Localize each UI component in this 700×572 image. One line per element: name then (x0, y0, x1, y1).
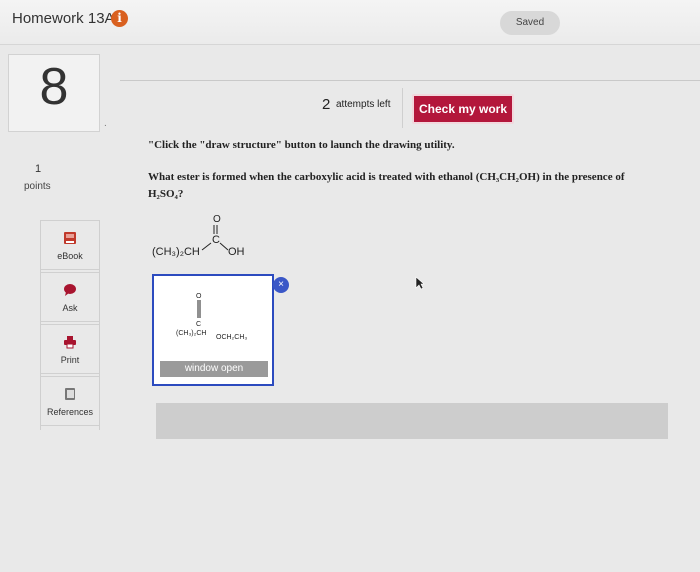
carboxylic-acid-structure: O C (CH₃)₂CH OH (152, 214, 245, 258)
check-my-work-button[interactable]: Check my work (412, 94, 514, 124)
attempts-label: attempts left (336, 99, 391, 110)
question-number-box: 8 (8, 54, 100, 132)
mouse-cursor-icon (415, 276, 425, 290)
ask-label: Ask (62, 303, 78, 313)
info-icon[interactable]: i (111, 10, 128, 27)
assignment-title: Homework 13A (12, 10, 115, 27)
window-open-label: window open (160, 361, 268, 377)
side-tools: eBook Ask Print References (40, 220, 100, 430)
answer-area (156, 403, 668, 439)
question-line-2: H₂SO₄? (148, 188, 184, 200)
print-button[interactable]: Print (41, 324, 99, 374)
printer-icon (64, 336, 76, 349)
print-label: Print (60, 355, 80, 365)
acid-carbon: C (212, 234, 220, 246)
points-value: 1 (35, 163, 42, 175)
references-button[interactable]: References (41, 376, 99, 426)
question-line-1: What ester is formed when the carboxylic… (148, 171, 625, 183)
thumb-isopropyl: (CH₃)₂CH (176, 330, 206, 337)
toolbar-separator (402, 88, 403, 128)
top-bar: Homework 13A i Saved (0, 0, 700, 45)
ebook-label: eBook (57, 251, 83, 261)
book-icon (64, 232, 76, 244)
acid-hydroxyl: OH (228, 246, 245, 258)
header-divider (120, 80, 700, 81)
thumb-ethoxy: OCH₂CH₃ (216, 334, 247, 341)
thumb-oxygen: O (196, 293, 202, 300)
ask-button[interactable]: Ask (41, 272, 99, 322)
instruction-text: "Click the "draw structure" button to la… (148, 139, 455, 151)
ester-thumbnail: O C (CH₃)₂CH OCH₂CH₃ (176, 293, 247, 341)
thumb-carbon: C (196, 321, 201, 328)
folder-icon (65, 388, 75, 400)
points-label: points (24, 181, 51, 192)
close-icon[interactable]: × (273, 277, 289, 293)
question-text: What ester is formed when the carboxylic… (148, 169, 688, 203)
references-label: References (46, 407, 94, 417)
question-number: 8 (39, 58, 69, 116)
chat-bubble-icon (64, 284, 76, 296)
saved-status-badge: Saved (500, 11, 560, 35)
acid-oxygen: O (213, 214, 221, 225)
question-dot: . (104, 118, 107, 129)
attempts-count: 2 (322, 96, 331, 113)
acid-isopropyl: (CH₃)₂CH (152, 246, 200, 258)
ebook-button[interactable]: eBook (41, 220, 99, 270)
